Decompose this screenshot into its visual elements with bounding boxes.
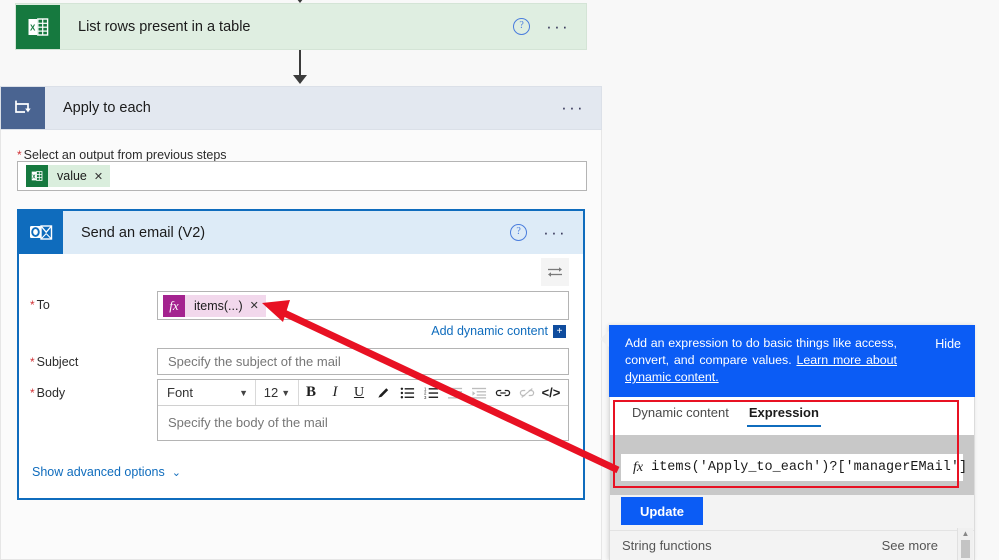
see-more-link[interactable]: See more [882,538,938,553]
fx-icon: fx [163,294,185,317]
font-size-select[interactable]: 12 ▼ [256,380,299,405]
chip-remove-icon[interactable]: ✕ [250,299,266,312]
svg-text:3: 3 [424,394,427,399]
bold-icon[interactable]: B [299,380,323,405]
underline-icon[interactable]: U [347,380,371,405]
connector-arrowhead [293,75,307,84]
subject-field-label-row: * Subject [30,353,78,371]
to-field-label: To [36,298,50,312]
card-header-actions: ? ··· [513,18,586,35]
swap-arrows-icon[interactable] [541,258,569,286]
update-button[interactable]: Update [621,497,703,525]
body-field-label-row: * Body [30,384,65,402]
scroll-up-icon[interactable]: ▲ [958,528,973,540]
chevron-down-icon: ▼ [281,387,291,398]
hide-button[interactable]: Hide [935,337,961,351]
numbered-list-icon[interactable]: 1 2 3 [419,380,443,405]
more-commands-icon[interactable]: ··· [561,99,585,116]
select-output-label: Select an output from previous steps [23,148,227,162]
svg-text:X: X [32,174,36,180]
insert-link-icon[interactable] [491,380,515,405]
chevron-down-icon: ▼ [239,387,248,398]
chevron-down-icon[interactable]: ⌄ [172,466,181,479]
action-card-title: Send an email (V2) [81,224,206,241]
chip-label: value [57,169,87,183]
increase-indent-icon[interactable] [467,380,491,405]
action-card-list-rows[interactable]: X List rows present in a table ? ··· [15,3,587,50]
code-view-icon[interactable]: </> [539,380,563,405]
required-indicator: * [30,355,35,369]
expression-input[interactable]: fx items('Apply_to_each')?['managerEMail… [621,454,967,481]
scrollbar-thumb[interactable] [961,540,970,558]
tab-dynamic-content[interactable]: Dynamic content [622,397,739,427]
font-size-value: 12 [263,385,279,400]
body-placeholder: Specify the body of the mail [168,415,328,430]
card-header-actions: ? ··· [510,224,583,241]
required-indicator: * [17,148,22,162]
help-icon[interactable]: ? [513,18,531,35]
expression-panel-header: Add an expression to do basic things lik… [609,325,975,397]
outlook-icon [19,211,63,254]
excel-icon: X [16,4,60,49]
function-group-row: String functions See more [610,530,974,560]
help-icon[interactable]: ? [510,224,528,241]
body-text-area[interactable]: Specify the body of the mail [158,406,568,432]
remove-link-icon[interactable] [515,380,539,405]
to-field-label-row: * To [30,296,50,314]
decrease-indent-icon[interactable] [443,380,467,405]
expression-panel-tabs: Dynamic content Expression [610,397,974,435]
show-advanced-options-row[interactable]: Show advanced options ⌄ [32,465,181,479]
body-rich-text-editor[interactable]: Font ▼ 12 ▼ B I U 1 2 3 </> Specify the … [157,379,569,441]
dynamic-content-chip-value[interactable]: X value ✕ [26,165,111,187]
bulleted-list-icon[interactable] [395,380,419,405]
fx-icon: fx [633,459,644,475]
add-dynamic-content-plus-icon[interactable]: + [553,324,566,338]
to-field-input[interactable]: fx items(...) ✕ [157,291,569,320]
expression-input-value: items('Apply_to_each')?['managerEMail'] [651,460,968,475]
font-family-value: Font [167,385,194,400]
action-card-title: Apply to each [63,100,151,116]
body-editor-toolbar: Font ▼ 12 ▼ B I U 1 2 3 </> [158,380,568,406]
show-advanced-options-link[interactable]: Show advanced options [32,465,165,479]
excel-icon: X [26,165,48,187]
foreach-loop-icon [1,87,45,129]
add-dynamic-content-link[interactable]: Add dynamic content [431,324,548,338]
action-card-apply-to-each[interactable]: Apply to each ··· [0,86,602,130]
panel-scrollbar[interactable]: ▲ [957,528,973,560]
chip-remove-icon[interactable]: ✕ [94,170,110,183]
subject-field-input[interactable]: Specify the subject of the mail [157,348,569,375]
action-card-send-email: Send an email (V2) ? ··· * To fx items(..… [17,209,585,500]
required-indicator: * [30,386,35,400]
more-commands-icon[interactable]: ··· [543,224,567,241]
power-automate-flow-designer: X List rows present in a table ? ··· App… [0,0,999,560]
select-output-input[interactable]: X value ✕ [17,161,587,191]
required-indicator: * [30,298,35,312]
card-header-actions: ··· [561,99,601,116]
font-family-select[interactable]: Font ▼ [158,380,256,405]
chip-label: items(...) [194,298,243,313]
highlight-pen-icon[interactable] [371,380,395,405]
svg-text:X: X [30,23,36,32]
subject-placeholder: Specify the subject of the mail [168,354,341,369]
function-group-label: String functions [622,538,712,553]
italic-icon[interactable]: I [323,380,347,405]
subject-field-label: Subject [36,355,79,369]
more-commands-icon[interactable]: ··· [546,18,570,35]
send-email-header[interactable]: Send an email (V2) ? ··· [19,211,583,254]
body-field-label: Body [36,386,66,400]
add-dynamic-content-row[interactable]: Add dynamic content + [431,324,566,338]
connector-line [299,50,301,76]
tab-expression[interactable]: Expression [739,397,829,427]
action-card-title: List rows present in a table [78,18,251,35]
expression-panel-intro: Add an expression to do basic things lik… [625,335,897,386]
expression-chip-items[interactable]: fx items(...) ✕ [163,294,266,317]
